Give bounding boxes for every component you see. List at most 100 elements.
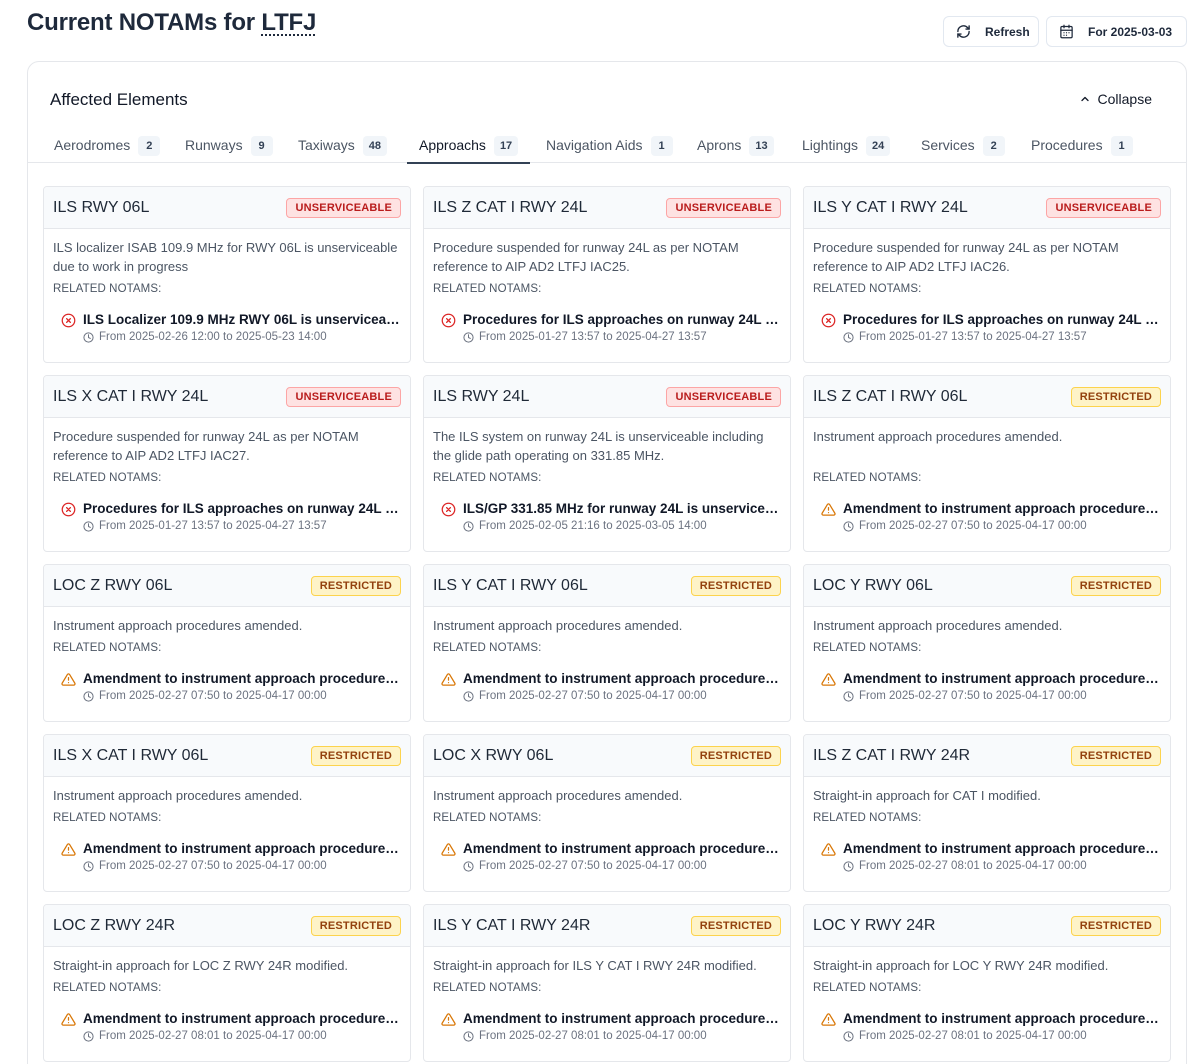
card-title: LOC Z RWY 24R (53, 917, 176, 934)
tab-navigation-aids[interactable]: Navigation Aids 1 (546, 128, 673, 163)
clock-icon (463, 520, 474, 532)
approach-card[interactable]: ILS RWY 06L UNSERVICEABLE ILS localizer IS… (43, 186, 411, 363)
card-header: LOC Y RWY 06L RESTRICTED (804, 565, 1170, 607)
tab-label: Procedures (1031, 137, 1103, 153)
warning-triangle-icon (61, 842, 76, 862)
element-tabs: Aerodromes 2 Runways 9 Taxiways 48 Approach… (28, 128, 1186, 164)
approach-card[interactable]: ILS RWY 24L UNSERVICEABLE The ILS system o… (423, 375, 791, 552)
approach-card[interactable]: ILS Y CAT I RWY 24L UNSERVICEABLE Procedur… (803, 186, 1171, 363)
tab-count-badge: 13 (749, 136, 774, 156)
approach-card[interactable]: ILS Y CAT I RWY 06L RESTRICTED Instrument … (423, 564, 791, 722)
notam-title: Procedures for ILS approaches on runway … (83, 501, 401, 516)
notam-title: Amendment to instrument approach procedu… (463, 1011, 781, 1026)
approach-card[interactable]: ILS Y CAT I RWY 24R RESTRICTED Straight-in… (423, 904, 791, 1062)
refresh-button[interactable]: Refresh (943, 16, 1039, 47)
tab-label: Lightings (802, 137, 859, 153)
date-picker-button[interactable]: For 2025-03-03 (1046, 16, 1187, 47)
approach-card[interactable]: LOC Z RWY 06L RESTRICTED Instrument approa… (43, 564, 411, 722)
card-description: Instrument approach procedures amended. (433, 618, 683, 633)
tab-procedures[interactable]: Procedures 1 (1031, 128, 1133, 163)
approach-card[interactable]: ILS Z CAT I RWY 24L UNSERVICEABLE Procedur… (423, 186, 791, 363)
tab-count-badge: 48 (362, 136, 388, 156)
approach-card[interactable]: ILS Z CAT I RWY 24R RESTRICTED Straight-in… (803, 734, 1171, 892)
warning-triangle-icon (821, 842, 836, 862)
collapse-label: Collapse (1097, 91, 1152, 107)
tab-label: Navigation Aids (546, 137, 643, 153)
airport-code[interactable]: LTFJ (261, 9, 316, 36)
status-badge: RESTRICTED (1070, 387, 1161, 407)
tab-label: Runways (185, 137, 243, 153)
page-title: Current NOTAMs for LTFJ (27, 9, 316, 37)
status-badge: RESTRICTED (1070, 576, 1161, 596)
card-title: ILS Y CAT I RWY 24R (433, 917, 591, 934)
notam-title: Amendment to instrument approach procedu… (83, 671, 401, 686)
clock-icon (463, 331, 474, 343)
clock-icon (843, 860, 854, 872)
approach-card[interactable]: LOC X RWY 06L RESTRICTED Instrument approa… (423, 734, 791, 892)
card-header: ILS Z CAT I RWY 06L RESTRICTED (804, 376, 1170, 418)
tab-aerodromes[interactable]: Aerodromes 2 (54, 128, 161, 163)
tab-aprons[interactable]: Aprons 13 (697, 128, 774, 163)
card-header: ILS RWY 06L UNSERVICEABLE (44, 187, 410, 229)
card-title: ILS RWY 06L (53, 199, 150, 216)
tab-taxiways[interactable]: Taxiways 48 (298, 128, 388, 163)
collapse-button[interactable]: Collapse (1079, 91, 1152, 107)
notam-title: Amendment to instrument approach procedu… (83, 1011, 401, 1026)
card-title: LOC Y RWY 06L (813, 577, 933, 594)
panel-title: Affected Elements (50, 90, 188, 109)
card-header: LOC Z RWY 24R RESTRICTED (44, 905, 410, 947)
card-header: ILS Y CAT I RWY 24R RESTRICTED (424, 905, 790, 947)
notam-title: Amendment to instrument approach procedu… (83, 841, 401, 856)
tab-approachs[interactable]: Approachs 17 (407, 128, 531, 164)
card-description: Procedure suspended for runway 24L as pe… (433, 240, 739, 274)
clock-icon (83, 690, 94, 702)
tab-services[interactable]: Services 2 (921, 128, 1005, 163)
card-description: Instrument approach procedures amended. (433, 788, 683, 803)
card-header: ILS RWY 24L UNSERVICEABLE (424, 376, 790, 418)
approach-card[interactable]: ILS Z CAT I RWY 06L RESTRICTED Instrument … (803, 375, 1171, 552)
status-badge: RESTRICTED (310, 916, 401, 936)
related-notams-label: RELATED NOTAMS: (53, 812, 162, 824)
tab-lightings[interactable]: Lightings 24 (802, 128, 891, 163)
warning-triangle-icon (61, 1012, 76, 1032)
approach-card[interactable]: ILS X CAT I RWY 06L RESTRICTED Instrument … (43, 734, 411, 892)
clock-icon (83, 331, 94, 343)
card-title: ILS Z CAT I RWY 24R (813, 747, 971, 764)
clock-icon (463, 1030, 474, 1042)
related-notams-label: RELATED NOTAMS: (53, 982, 162, 994)
notam-title: Amendment to instrument approach procedu… (843, 841, 1161, 856)
calendar-icon (1060, 24, 1073, 39)
card-header: ILS Y CAT I RWY 24L UNSERVICEABLE (804, 187, 1170, 229)
tab-count-badge: 2 (138, 136, 161, 156)
x-circle-icon (441, 313, 456, 333)
notam-title: Amendment to instrument approach procedu… (843, 1011, 1161, 1026)
notam-validity: From 2025-02-27 08:01 to 2025-04-17 00:0… (463, 1030, 707, 1042)
card-description: Instrument approach procedures amended. (813, 429, 1063, 444)
approach-card[interactable]: ILS X CAT I RWY 24L UNSERVICEABLE Procedur… (43, 375, 411, 552)
notam-title: ILS/GP 331.85 MHz for runway 24L is unse… (463, 501, 781, 516)
card-title: LOC Z RWY 06L (53, 577, 173, 594)
notam-validity: From 2025-02-27 07:50 to 2025-04-17 00:0… (83, 860, 327, 872)
status-badge: RESTRICTED (310, 576, 401, 596)
related-notams-label: RELATED NOTAMS: (433, 472, 542, 484)
warning-triangle-icon (821, 502, 836, 522)
status-badge: RESTRICTED (1070, 916, 1161, 936)
tab-runways[interactable]: Runways 9 (185, 128, 273, 163)
notam-validity-text: From 2025-01-27 13:57 to 2025-04-27 13:5… (99, 520, 327, 532)
approach-card[interactable]: LOC Z RWY 24R RESTRICTED Straight-in appro… (43, 904, 411, 1062)
card-header: LOC Z RWY 06L RESTRICTED (44, 565, 410, 607)
card-title: ILS Y CAT I RWY 06L (433, 577, 588, 594)
notam-title: Amendment to instrument approach procedu… (843, 501, 1161, 516)
related-notams-label: RELATED NOTAMS: (813, 982, 922, 994)
tab-label: Taxiways (298, 137, 355, 153)
approach-card[interactable]: LOC Y RWY 24R RESTRICTED Straight-in appro… (803, 904, 1171, 1062)
approach-card[interactable]: LOC Y RWY 06L RESTRICTED Instrument approa… (803, 564, 1171, 722)
clock-icon (843, 331, 854, 343)
notam-validity-text: From 2025-02-27 08:01 to 2025-04-17 00:0… (99, 1030, 327, 1042)
warning-triangle-icon (821, 1012, 836, 1032)
card-title: ILS X CAT I RWY 06L (53, 747, 209, 764)
status-badge: UNSERVICEABLE (666, 387, 781, 407)
warning-triangle-icon (441, 672, 456, 692)
status-badge: RESTRICTED (690, 916, 781, 936)
clock-icon (843, 1030, 854, 1042)
